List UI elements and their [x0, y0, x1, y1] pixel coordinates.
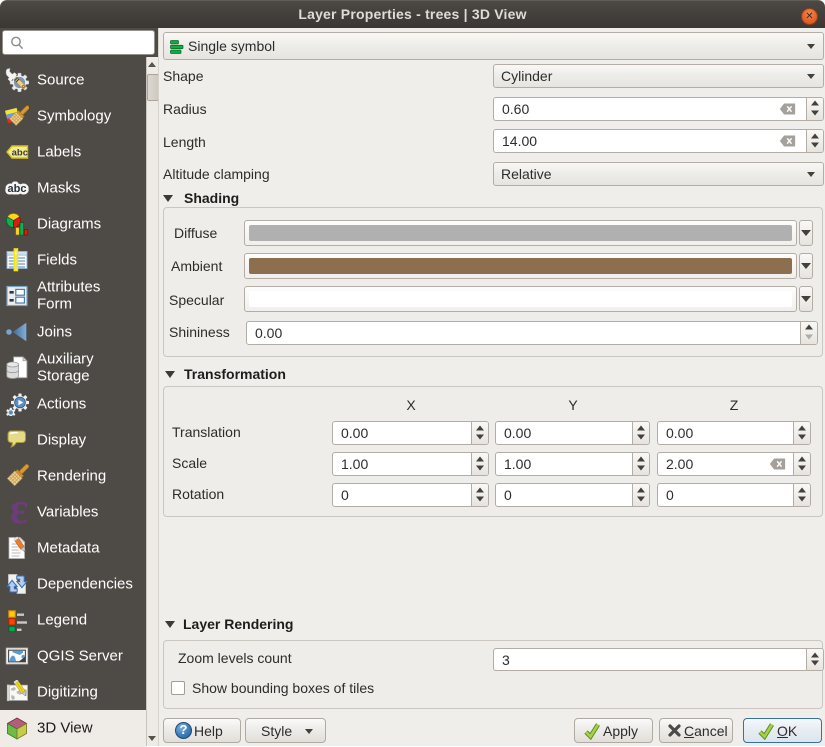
svg-text:abc: abc	[12, 147, 28, 158]
svg-text:ε: ε	[10, 500, 29, 524]
svg-text:abc: abc	[8, 183, 27, 195]
